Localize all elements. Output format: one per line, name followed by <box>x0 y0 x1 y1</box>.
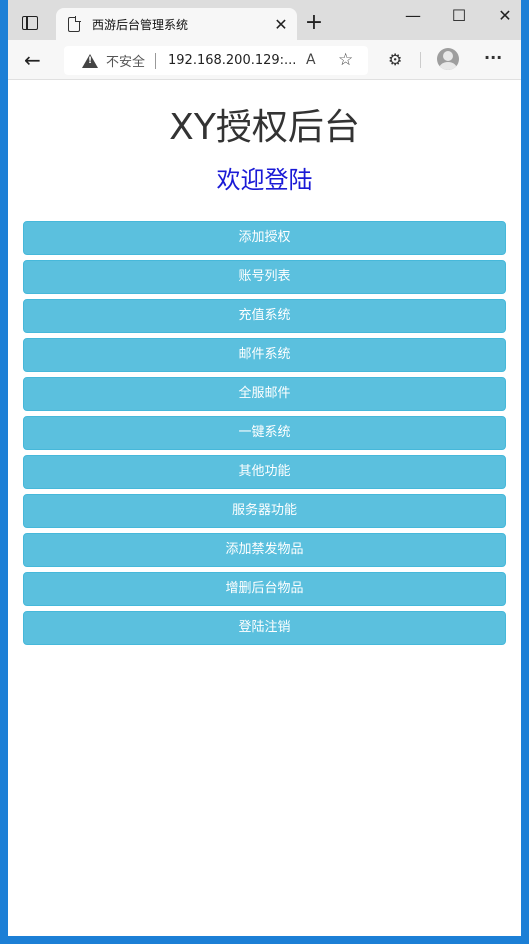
extensions-icon[interactable]: ⚙ <box>388 50 402 69</box>
menu-button-account-list[interactable]: 账号列表 <box>23 260 506 294</box>
read-aloud-icon[interactable]: A <box>306 52 316 68</box>
add-favorite-icon[interactable]: ☆ <box>338 50 353 70</box>
close-window-button[interactable]: ✕ <box>490 6 520 25</box>
divider <box>155 52 157 69</box>
menu-button-server-wide-mail[interactable]: 全服邮件 <box>23 377 506 411</box>
menu-button-manage-backend-items[interactable]: 增删后台物品 <box>23 572 506 606</box>
page-title: XY授权后台 <box>169 107 360 148</box>
address-bar[interactable]: 不安全 192.168.200.129:... A ☆ <box>64 46 368 75</box>
menu-button-add-banned-items[interactable]: 添加禁发物品 <box>23 533 506 567</box>
page-icon <box>68 16 81 32</box>
menu-button-server-functions[interactable]: 服务器功能 <box>23 494 506 528</box>
minimize-button[interactable]: — <box>398 6 428 25</box>
menu-button-recharge-system[interactable]: 充值系统 <box>23 299 506 333</box>
page-subtitle: 欢迎登陆 <box>216 166 313 194</box>
tab-close-icon[interactable]: ✕ <box>269 15 293 34</box>
security-label[interactable]: 不安全 <box>106 51 145 70</box>
address-toolbar: ← 不安全 192.168.200.129:... A ☆ ⚙ ··· <box>8 40 521 80</box>
menu-button-add-authorization[interactable]: 添加授权 <box>23 221 506 255</box>
tab-strip: 西游后台管理系统 ✕ + — ☐ ✕ <box>8 0 521 40</box>
warning-icon[interactable] <box>82 53 98 68</box>
new-tab-button[interactable]: + <box>302 10 326 35</box>
browser-window: 西游后台管理系统 ✕ + — ☐ ✕ ← 不安全 192.168.200.129… <box>8 0 521 936</box>
menu-button-one-click-system[interactable]: 一键系统 <box>23 416 506 450</box>
menu-button-logout[interactable]: 登陆注销 <box>23 611 506 645</box>
menu-button-mail-system[interactable]: 邮件系统 <box>23 338 506 372</box>
url-text[interactable]: 192.168.200.129:... <box>168 53 296 68</box>
menu-list: 添加授权 账号列表 充值系统 邮件系统 全服邮件 一键系统 其他功能 服务器功能… <box>8 221 521 645</box>
back-button[interactable]: ← <box>24 48 41 72</box>
page-content: XY授权后台 欢迎登陆 添加授权 账号列表 充值系统 邮件系统 全服邮件 一键系… <box>8 80 521 936</box>
more-menu-icon[interactable]: ··· <box>484 48 502 67</box>
menu-button-other-functions[interactable]: 其他功能 <box>23 455 506 489</box>
browser-tab[interactable]: 西游后台管理系统 ✕ <box>56 8 297 40</box>
maximize-button[interactable]: ☐ <box>444 6 474 25</box>
profile-avatar[interactable] <box>437 48 459 70</box>
toolbar-divider <box>420 52 421 68</box>
tab-actions-icon[interactable] <box>22 16 38 30</box>
tab-title: 西游后台管理系统 <box>92 17 189 32</box>
